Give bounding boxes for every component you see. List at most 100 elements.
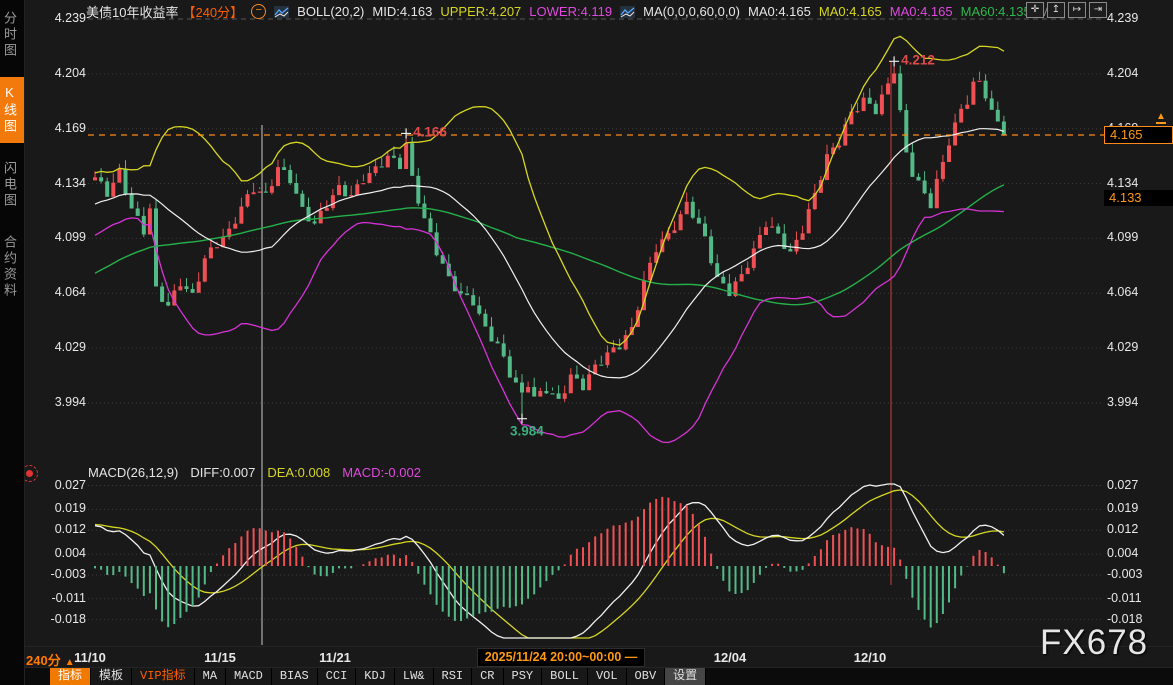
instrument-title: 美债10年收益率 (86, 2, 178, 21)
ma60-value: MA60:4.135 (961, 4, 1031, 19)
scale-horizontal-icon[interactable]: ↦ (1068, 2, 1086, 18)
left-sidebar: 分时图 K线图闪电图合约资料 (0, 0, 25, 685)
macd-axis-label: -0.011 (38, 591, 86, 605)
ma-chart-icon[interactable] (620, 6, 635, 18)
indicator-readout: BOLL(20,2) MID:4.163 UPPER:4.207 LOWER:4.11… (274, 4, 1049, 19)
price-axis-label: 4.169 (38, 121, 86, 135)
price-annotation: 4.212 (901, 52, 935, 67)
macd-axis-label: 0.004 (1107, 546, 1138, 560)
macd-axis-label: 0.019 (38, 501, 86, 515)
indicator-toolbar: 指标模板VIP指标MAMACDBIASCCIKDJLW&RSICRPSYBOLL… (0, 667, 1173, 685)
price-axis-label: 4.239 (38, 11, 86, 25)
toolbar-item-1[interactable]: 模板 (91, 668, 132, 685)
date-label: 11/21 (319, 650, 351, 665)
price-axis-label: 4.099 (1107, 230, 1138, 244)
last-price-badge: 4.165 (1104, 126, 1173, 144)
macd-axis-label: 0.019 (1107, 501, 1138, 515)
toolbar-item-9[interactable]: RSI (434, 668, 473, 685)
macd-axis-label: 0.027 (38, 478, 86, 492)
time-axis-row: 240分▲ 11/1011/1511/2112/0412/10 2025/11/… (0, 646, 1173, 668)
macd-axis-label: -0.011 (1107, 591, 1142, 605)
jump-to-latest-icon[interactable]: ⇥ (1089, 2, 1107, 18)
macd-panel (95, 497, 1004, 628)
timeframe-badge[interactable]: 【240分】 (182, 2, 243, 21)
ma0-value-white: MA0:4.165 (748, 4, 811, 19)
price-axis-label: 3.994 (1107, 395, 1138, 409)
last-price-value: 4.165 (1110, 127, 1143, 142)
price-annotation: 3.984 (510, 424, 544, 439)
boll-params: BOLL(20,2) (297, 4, 364, 19)
toolbar-item-3[interactable]: MA (195, 668, 226, 685)
macd-diff-value: DIFF:0.007 (190, 465, 255, 480)
price-axis-label: 4.064 (1107, 285, 1138, 299)
ma0-value-yellow: MA0:4.165 (819, 4, 882, 19)
macd-macd-value: MACD:-0.002 (342, 465, 421, 480)
macd-axis-label: -0.018 (38, 612, 86, 626)
toolbar-item-6[interactable]: CCI (318, 668, 357, 685)
date-label: 12/04 (714, 650, 747, 665)
toolbar-item-14[interactable]: OBV (627, 668, 666, 685)
toolbar-item-12[interactable]: BOLL (542, 668, 588, 685)
sidebar-tab-1[interactable]: K线图 (0, 77, 24, 143)
timeframe-text: 240分 (26, 653, 61, 668)
toolbar-item-2[interactable]: VIP指标 (132, 668, 195, 685)
price-axis-label: 4.064 (38, 285, 86, 299)
macd-header: MACD(26,12,9) DIFF:0.007 DEA:0.008 MACD:… (88, 465, 421, 480)
macd-params: MACD(26,12,9) (88, 465, 178, 480)
price-axis-label: 4.099 (38, 230, 86, 244)
toolbar-item-7[interactable]: KDJ (356, 668, 395, 685)
toolbar-item-13[interactable]: VOL (588, 668, 627, 685)
toolbar-item-5[interactable]: BIAS (272, 668, 318, 685)
boll-lower-value: LOWER:4.119 (529, 4, 612, 19)
price-axis-label: 4.204 (38, 66, 86, 80)
cursor-date-range: 2025/11/24 20:00~00:00 — (477, 648, 645, 667)
sidebar-tab-0[interactable]: 分时图 (0, 3, 24, 67)
ma0-value-magenta: MA0:4.165 (890, 4, 953, 19)
sidebar-tab-3[interactable]: 合约资料 (0, 227, 24, 307)
toolbar-item-4[interactable]: MACD (226, 668, 272, 685)
scroll-to-latest-icon[interactable]: ▲ (1153, 113, 1169, 124)
price-axis-label: 4.204 (1107, 66, 1138, 80)
grid-lines (88, 19, 1104, 620)
price-axis-label: 3.994 (38, 395, 86, 409)
price-axis-label: 4.134 (1107, 176, 1138, 190)
brand-watermark: FX678 (1040, 623, 1148, 663)
chart-header: 美债10年收益率 【240分】 − BOLL(20,2) MID:4.163 UPP… (86, 3, 1050, 20)
crosshair-marker (517, 414, 527, 424)
toolbar-item-0[interactable]: 指标 (50, 668, 91, 685)
pan-tool-icon[interactable]: ✛ (1026, 2, 1044, 18)
macd-axis-label: 0.027 (1107, 478, 1138, 492)
price-axis-label: 4.029 (1107, 340, 1138, 354)
boll-chart-icon[interactable] (274, 6, 289, 18)
date-label: 11/10 (74, 650, 106, 665)
ma-price-badge: 4.133 (1104, 190, 1173, 206)
macd-axis-label: 0.004 (38, 546, 86, 560)
toolbar-item-11[interactable]: PSY (504, 668, 543, 685)
macd-dea-value: DEA:0.008 (267, 465, 330, 480)
ma-params: MA(0,0,0,60,0,0) (643, 4, 740, 19)
boll-mid-value: MID:4.163 (372, 4, 432, 19)
macd-axis-label: -0.003 (38, 567, 86, 581)
sidebar-tab-2[interactable]: 闪电图 (0, 153, 24, 217)
up-arrow-glyph: ▲ (1156, 111, 1166, 122)
toolbar-item-15[interactable]: 设置 (665, 668, 706, 685)
secondary-price-value: 4.133 (1109, 190, 1142, 205)
toolbar-item-10[interactable]: CR (472, 668, 503, 685)
trading-terminal: { "app": { "watermark": "FX678" }, "side… (0, 0, 1173, 685)
macd-axis-label: -0.003 (1107, 567, 1142, 581)
candles (93, 61, 1006, 418)
scale-vertical-icon[interactable]: ↥ (1047, 2, 1065, 18)
price-annotation: 4.166 (413, 124, 447, 139)
boll-upper-value: UPPER:4.207 (440, 4, 521, 19)
price-annotations: 4.166 4.212 3.984 (401, 52, 935, 438)
date-label: 12/10 (854, 650, 887, 665)
chart-tools: ✛↥↦⇥ (1026, 2, 1107, 18)
price-axis-label: 4.239 (1107, 11, 1138, 25)
price-axis-label: 4.134 (38, 176, 86, 190)
date-label: 11/15 (204, 650, 236, 665)
macd-axis-label: 0.012 (38, 522, 86, 536)
toolbar-item-8[interactable]: LW& (395, 668, 434, 685)
collapse-indicator-icon[interactable]: − (251, 4, 266, 19)
candlestick-chart-canvas[interactable]: 4.166 4.212 3.984 (0, 0, 1173, 685)
price-axis-label: 4.029 (38, 340, 86, 354)
